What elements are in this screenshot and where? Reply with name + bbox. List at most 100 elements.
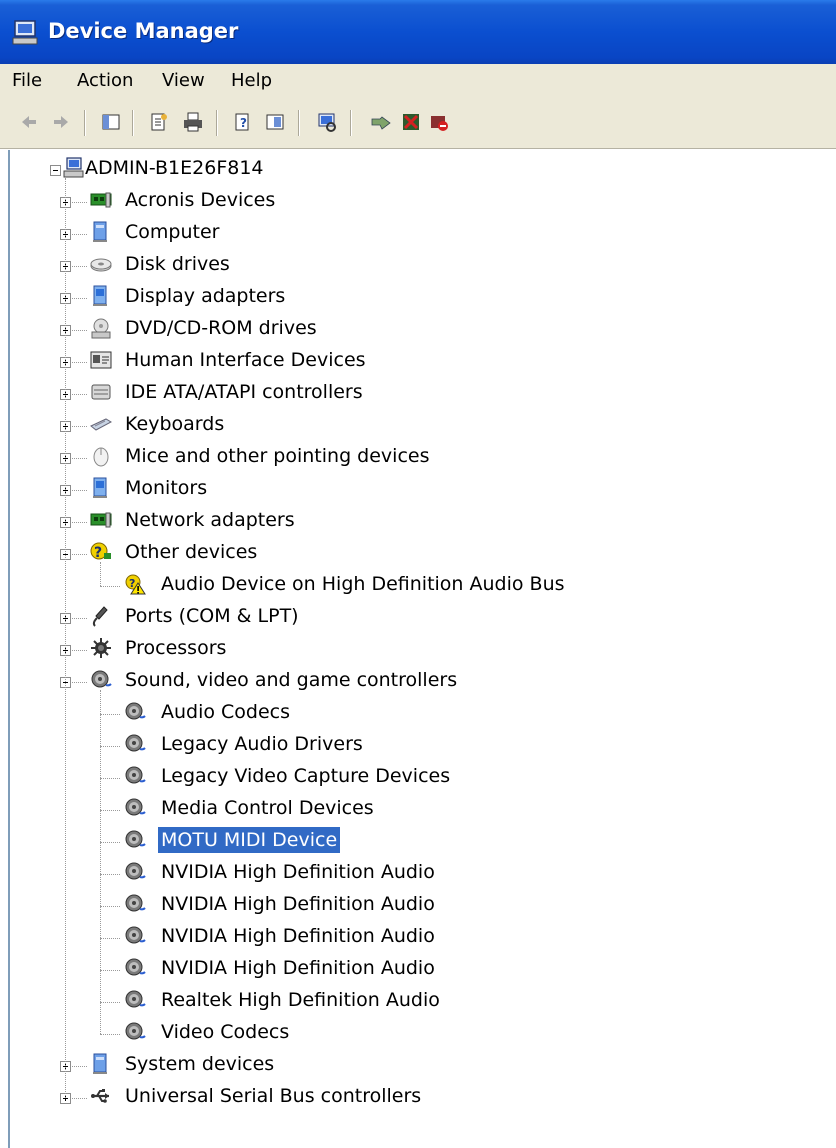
tree-item-category[interactable]: Computer (10, 218, 830, 246)
tree-item-label[interactable]: Sound, video and game controllers (122, 667, 460, 693)
tree-item-label[interactable]: Legacy Audio Drivers (158, 731, 366, 757)
uninstall-icon[interactable] (400, 111, 422, 133)
tree-item-label[interactable]: Mice and other pointing devices (122, 443, 432, 469)
tree-item-category[interactable]: Processors (10, 634, 830, 662)
tree-item-category[interactable]: Mice and other pointing devices (10, 442, 830, 470)
tree-item-label[interactable]: MOTU MIDI Device (156, 826, 342, 854)
update-driver-icon[interactable] (370, 111, 392, 133)
computer-icon (12, 20, 38, 45)
disable-icon[interactable] (428, 111, 450, 133)
computer-icon (63, 157, 84, 178)
tree-item-device[interactable]: Video Codecs (10, 1018, 830, 1046)
tree-item-device[interactable]: MOTU MIDI Device (10, 826, 830, 854)
menu-action[interactable]: Action (77, 70, 133, 91)
tree-item-device[interactable]: Realtek High Definition Audio (10, 986, 830, 1014)
tree-item-category[interactable]: Human Interface Devices (10, 346, 830, 374)
tree-item-category[interactable]: Disk drives (10, 250, 830, 278)
speaker-icon (125, 894, 146, 912)
network-card-icon (90, 512, 112, 528)
tree-item-category[interactable]: Keyboards (10, 410, 830, 438)
speaker-icon (125, 830, 146, 848)
speaker-icon (125, 958, 146, 976)
hid-icon (90, 351, 112, 369)
tree-item-device[interactable]: NVIDIA High Definition Audio (10, 858, 830, 886)
menu-view[interactable]: View (162, 70, 205, 91)
tree-item-category[interactable]: Network adapters (10, 506, 830, 534)
view-icon[interactable] (264, 111, 286, 133)
tree-item-label[interactable]: Network adapters (122, 507, 298, 533)
monitor-icon (93, 477, 107, 498)
tree-item-label[interactable]: DVD/CD-ROM drives (122, 315, 320, 341)
tree-item-label[interactable]: Audio Codecs (158, 699, 293, 725)
tree-item-device[interactable]: NVIDIA High Definition Audio (10, 922, 830, 950)
menu-file[interactable]: File (12, 70, 42, 91)
speaker-icon (125, 1022, 146, 1040)
tree-item-category[interactable]: IDE ATA/ATAPI controllers (10, 378, 830, 406)
tree-connector (100, 562, 101, 586)
svg-text:?: ? (240, 116, 247, 130)
tree-item-device[interactable]: Legacy Video Capture Devices (10, 762, 830, 790)
show-hide-tree-icon[interactable] (100, 111, 122, 133)
tree-item-category[interactable]: Monitors (10, 474, 830, 502)
tree-item-label[interactable]: Audio Device on High Definition Audio Bu… (158, 571, 568, 597)
toolbar: ? (0, 98, 836, 149)
scan-hardware-icon[interactable] (316, 111, 338, 133)
tree-item-label[interactable]: NVIDIA High Definition Audio (158, 859, 438, 885)
tree-item-label[interactable]: Monitors (122, 475, 210, 501)
processor-icon (91, 638, 111, 658)
tree-item-device[interactable]: Legacy Audio Drivers (10, 730, 830, 758)
tree-item-label[interactable]: ADMIN-B1E26F814 (82, 155, 267, 181)
tree-item-label[interactable]: Legacy Video Capture Devices (158, 763, 453, 789)
tree-item-label[interactable]: Ports (COM & LPT) (122, 603, 302, 629)
tree-item-device[interactable]: Media Control Devices (10, 794, 830, 822)
tree-item-label[interactable]: Universal Serial Bus controllers (122, 1083, 424, 1109)
computer-icon (93, 221, 107, 242)
tree-item-category[interactable]: Acronis Devices (10, 186, 830, 214)
tree-item-device[interactable]: NVIDIA High Definition Audio (10, 954, 830, 982)
tree-item-label[interactable]: Display adapters (122, 283, 288, 309)
tree-item-category[interactable]: Display adapters (10, 282, 830, 310)
help-icon[interactable]: ? (232, 111, 254, 133)
tree-root[interactable]: ADMIN-B1E26F814 (10, 154, 830, 182)
tree-item-label[interactable]: Disk drives (122, 251, 233, 277)
tree-item-category[interactable]: Universal Serial Bus controllers (10, 1082, 830, 1110)
ide-controller-icon (91, 384, 111, 400)
speaker-icon (125, 702, 146, 720)
tree-item-label[interactable]: Acronis Devices (122, 187, 278, 213)
port-icon (92, 606, 108, 627)
window-title: Device Manager (48, 19, 239, 43)
tree-item-label[interactable]: NVIDIA High Definition Audio (158, 955, 438, 981)
tree-item-label[interactable]: IDE ATA/ATAPI controllers (122, 379, 366, 405)
tree-item-device[interactable]: NVIDIA High Definition Audio (10, 890, 830, 918)
properties-icon[interactable] (148, 111, 170, 133)
warning-device-icon: ? (125, 574, 146, 595)
tree-item-label[interactable]: Media Control Devices (158, 795, 377, 821)
tree-item-device[interactable]: ? Audio Device on High Definition Audio B… (10, 570, 830, 598)
tree-item-label[interactable]: Processors (122, 635, 229, 661)
tree-item-category[interactable]: DVD/CD-ROM drives (10, 314, 830, 342)
computer-icon (93, 1053, 107, 1074)
title-bar[interactable]: Device Manager (0, 0, 836, 64)
speaker-icon (125, 990, 146, 1008)
tree-item-label[interactable]: Realtek High Definition Audio (158, 987, 443, 1013)
tree-item-label[interactable]: Keyboards (122, 411, 227, 437)
tree-item-category[interactable]: System devices (10, 1050, 830, 1078)
tree-item-label[interactable]: Other devices (122, 539, 260, 565)
menu-help[interactable]: Help (231, 70, 272, 91)
svg-text:?: ? (94, 545, 102, 561)
unknown-device-icon: ? (90, 542, 111, 561)
tree-item-label[interactable]: Video Codecs (158, 1019, 292, 1045)
tree-item-label[interactable]: Human Interface Devices (122, 347, 369, 373)
tree-item-category[interactable]: ? Other devices (10, 538, 830, 566)
forward-icon[interactable] (50, 111, 72, 133)
tree-item-label[interactable]: NVIDIA High Definition Audio (158, 923, 438, 949)
tree-item-category[interactable]: Sound, video and game controllers (10, 666, 830, 694)
back-icon[interactable] (18, 111, 40, 133)
tree-item-label[interactable]: System devices (122, 1051, 277, 1077)
print-icon[interactable] (182, 111, 204, 133)
tree-item-device[interactable]: Audio Codecs (10, 698, 830, 726)
device-tree[interactable]: ADMIN-B1E26F814 Acronis Devices Computer Di… (8, 150, 836, 1148)
tree-item-category[interactable]: Ports (COM & LPT) (10, 602, 830, 630)
tree-item-label[interactable]: Computer (122, 219, 222, 245)
tree-item-label[interactable]: NVIDIA High Definition Audio (158, 891, 438, 917)
